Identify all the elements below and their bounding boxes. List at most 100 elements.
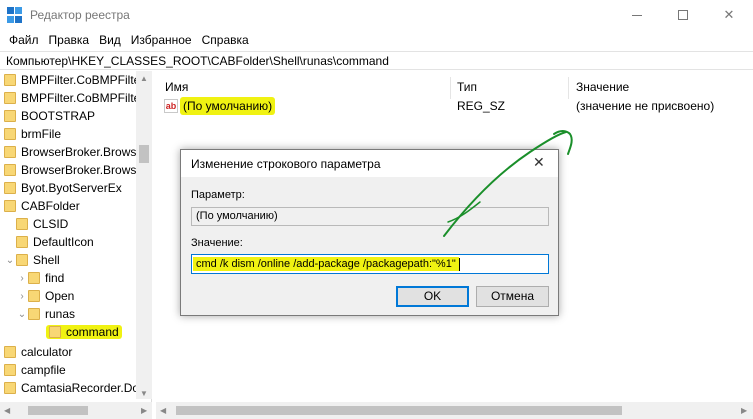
tree-item[interactable]: BMPFilter.CoBMPFilte (4, 71, 144, 89)
column-name[interactable]: Имя (165, 77, 188, 97)
tree-item[interactable]: › find (16, 269, 151, 287)
tree-item-label: BOOTSTRAP (21, 109, 96, 123)
tree-item[interactable]: calculator (4, 343, 144, 361)
hand-drawn-arrow-annotation (443, 130, 573, 237)
text-caret (458, 257, 460, 271)
tree-item-runas[interactable]: ⌄ runas (16, 305, 151, 323)
tree-hscroll-thumb[interactable] (28, 406, 88, 415)
tree-scroll-thumb[interactable] (139, 145, 149, 163)
tree-item-label: campfile (21, 363, 66, 377)
tree-item[interactable]: BrowserBroker.Browse (4, 161, 144, 179)
folder-open-icon (4, 200, 16, 212)
scroll-right-icon[interactable]: ▶ (141, 406, 147, 415)
value-name: (По умолчанию) (180, 97, 276, 115)
menu-help[interactable]: Справка (197, 33, 254, 47)
chevron-down-icon[interactable]: ⌄ (16, 309, 28, 320)
selected-highlight: command (46, 325, 122, 339)
registry-tree: BMPFilter.CoBMPFilte BMPFilter.CoBMPFilt… (0, 71, 152, 419)
regedit-icon (7, 7, 23, 23)
tree-item[interactable]: CLSID (4, 215, 144, 233)
menu-favorites[interactable]: Избранное (126, 33, 197, 47)
tree-item[interactable]: campfile (4, 361, 144, 379)
chevron-right-icon[interactable]: › (16, 273, 28, 284)
tree-item-label: DefaultIcon (33, 235, 94, 249)
table-row[interactable]: ab (По умолчанию) REG_SZ (значение не пр… (156, 97, 753, 115)
folder-icon (49, 326, 61, 338)
folder-icon (4, 346, 16, 358)
menu-edit[interactable]: Правка (44, 33, 95, 47)
value-type: REG_SZ (457, 99, 506, 113)
tree-item[interactable]: Byot.ByotServerEx (4, 179, 144, 197)
menu-file[interactable]: Файл (4, 33, 44, 47)
tree-item-cabfolder[interactable]: CABFolder (4, 197, 144, 215)
maximize-icon (678, 10, 688, 20)
folder-icon (4, 182, 16, 194)
folder-icon (16, 218, 28, 230)
tree-item[interactable]: BrowserBroker.Browse (4, 143, 144, 161)
column-separator[interactable] (450, 77, 451, 99)
tree-item[interactable]: DefaultIcon (4, 233, 144, 251)
window-title: Редактор реестра (30, 8, 130, 22)
scroll-down-icon[interactable]: ▼ (140, 389, 148, 398)
value-data: (значение не присвоено) (576, 99, 715, 113)
folder-icon (4, 128, 16, 140)
scroll-left-icon[interactable]: ◀ (4, 406, 10, 415)
tree-item-label: BMPFilter.CoBMPFilte (21, 91, 141, 105)
tree-item-label: CLSID (33, 217, 69, 231)
menu-view[interactable]: Вид (94, 33, 126, 47)
folder-icon (4, 164, 16, 176)
tree-vertical-scrollbar[interactable] (136, 71, 152, 399)
values-list-header: Имя Тип Значение (156, 77, 753, 99)
folder-open-icon (28, 308, 40, 320)
folder-icon (4, 146, 16, 158)
param-label: Параметр: (191, 189, 245, 201)
tree-item[interactable]: BOOTSTRAP (4, 107, 144, 125)
column-type[interactable]: Тип (457, 77, 477, 97)
tree-item-label: BMPFilter.CoBMPFilte (21, 73, 141, 87)
tree-item[interactable]: brmFile (4, 125, 144, 143)
scroll-right-icon[interactable]: ▶ (741, 406, 747, 415)
value-data-input[interactable]: cmd /k dism /online /add-package /packag… (191, 254, 549, 274)
chevron-down-icon[interactable]: ⌄ (4, 255, 16, 266)
tree-item-label: CABFolder (21, 199, 80, 213)
maximize-button[interactable] (660, 0, 706, 30)
scroll-up-icon[interactable]: ▲ (140, 74, 148, 83)
minimize-icon (632, 14, 642, 16)
tree-item-label: Open (45, 289, 75, 303)
value-data-text: cmd /k dism /online /add-package /packag… (193, 257, 459, 271)
tree-item-label: command (66, 325, 119, 339)
folder-icon (4, 364, 16, 376)
folder-icon (4, 74, 16, 86)
address-bar[interactable]: Компьютер\HKEY_CLASSES_ROOT\CABFolder\Sh… (0, 51, 753, 70)
tree-item-label: brmFile (21, 127, 62, 141)
list-hscroll-thumb[interactable] (176, 406, 622, 415)
cancel-button[interactable]: Отмена (476, 286, 549, 307)
folder-icon (28, 272, 40, 284)
tree-item[interactable]: BMPFilter.CoBMPFilte (4, 89, 144, 107)
column-separator[interactable] (568, 77, 569, 99)
scroll-left-icon[interactable]: ◀ (160, 406, 166, 415)
folder-open-icon (16, 254, 28, 266)
tree-item-label: runas (45, 307, 76, 321)
close-icon: ✕ (723, 7, 735, 22)
title-bar: Редактор реестра ✕ (0, 0, 753, 30)
folder-icon (4, 92, 16, 104)
tree-item-shell[interactable]: ⌄ Shell (4, 251, 144, 269)
tree-item-label: BrowserBroker.Browse (21, 163, 144, 177)
string-value-icon: ab (164, 99, 178, 113)
tree-item-label: CamtasiaRecorder.Doc (21, 381, 144, 395)
tree-item[interactable]: › Open (16, 287, 151, 305)
minimize-button[interactable] (614, 0, 660, 30)
ok-button[interactable]: OK (396, 286, 469, 307)
tree-item[interactable]: CamtasiaRecorder.Doc (4, 379, 144, 397)
close-window-button[interactable]: ✕ (706, 0, 752, 30)
tree-item-label: calculator (21, 345, 73, 359)
folder-icon (28, 290, 40, 302)
tree-item-label: Byot.ByotServerEx (21, 181, 122, 195)
tree-item-label: find (45, 271, 65, 285)
tree-item-label: BrowserBroker.Browse (21, 145, 144, 159)
folder-icon (4, 382, 16, 394)
column-value[interactable]: Значение (576, 77, 629, 97)
folder-icon (16, 236, 28, 248)
chevron-right-icon[interactable]: › (16, 291, 28, 302)
